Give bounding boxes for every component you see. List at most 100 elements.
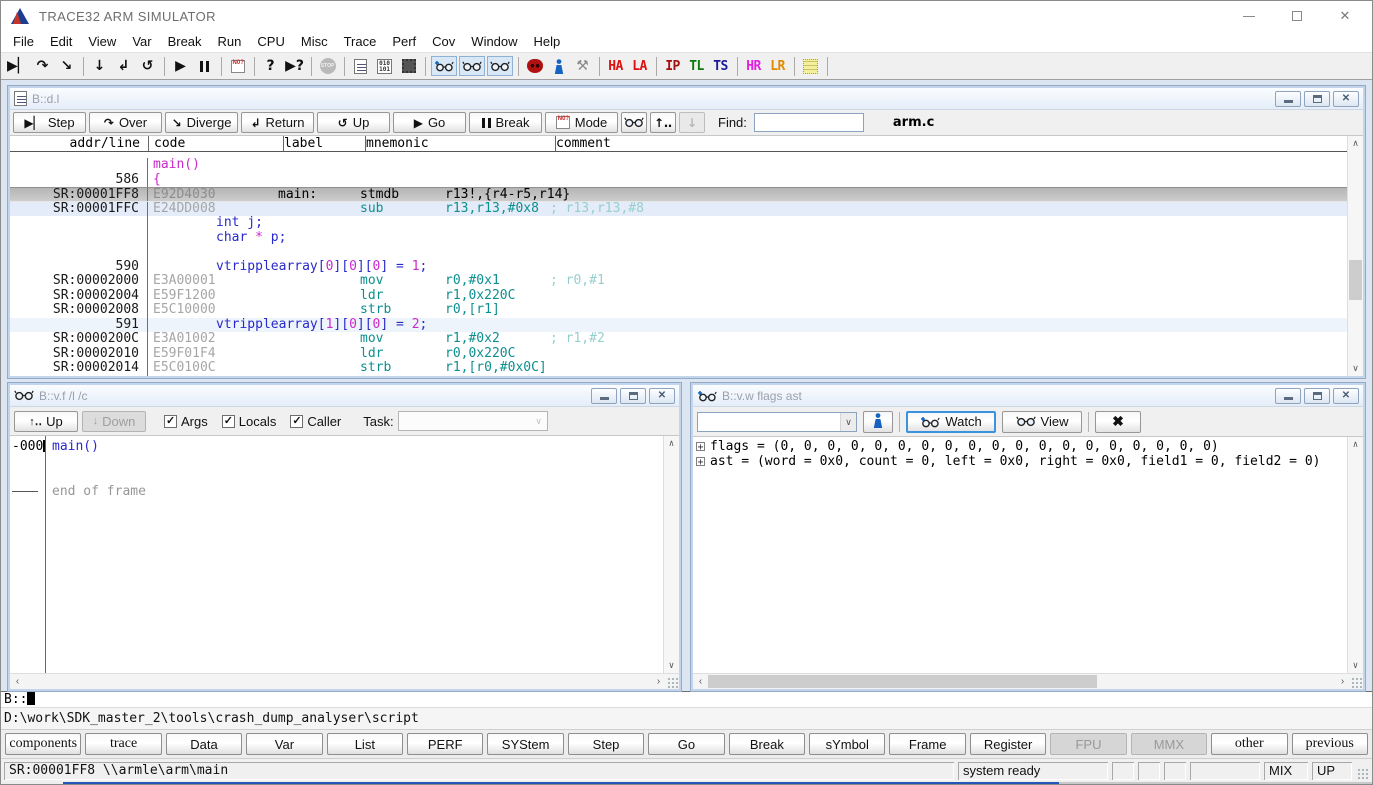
scroll-down-icon[interactable]: ∨ — [664, 658, 679, 673]
expand-icon[interactable] — [696, 442, 705, 451]
list-up-button[interactable]: ↺Up — [317, 112, 390, 133]
menu-cpu[interactable]: CPU — [249, 32, 292, 51]
code-row[interactable]: 590vtripplearray[0][0][0] = 1; — [10, 260, 1347, 275]
go-down-small-button[interactable]: ↓ — [679, 112, 705, 133]
ip-button[interactable]: IP — [661, 54, 685, 78]
scroll-right-icon[interactable]: › — [651, 676, 666, 687]
softkey-mmx[interactable]: MMX — [1131, 733, 1207, 755]
softkey-break[interactable]: Break — [729, 733, 805, 755]
list-vertical-scrollbar[interactable]: ∧ ∨ — [1347, 136, 1363, 376]
ts-button[interactable]: TS — [709, 54, 733, 78]
resize-grip[interactable] — [1350, 676, 1363, 689]
tl-button[interactable]: TL — [685, 54, 709, 78]
menu-misc[interactable]: Misc — [293, 32, 336, 51]
step-diverge-button[interactable]: ↘ — [55, 54, 79, 78]
watch-entry[interactable]: ast = (word = 0x0, count = 0, left = 0x0… — [696, 454, 1347, 469]
code-row[interactable]: SR:00002010E59F01F4ldrr0,0x220C — [10, 347, 1347, 362]
code-row[interactable]: SR:00002008E5C10000strbr0,[r1] — [10, 303, 1347, 318]
pattern-button[interactable] — [799, 54, 823, 78]
scroll-left-icon[interactable]: ‹ — [693, 676, 708, 687]
context-help-button[interactable]: ▶? — [283, 54, 307, 78]
menu-run[interactable]: Run — [210, 32, 250, 51]
softkey-other[interactable]: other — [1211, 733, 1287, 755]
code-row[interactable]: SR:0000200CE3A01002movr1,#0x2; r1,#2 — [10, 332, 1347, 347]
scroll-up-icon[interactable]: ∧ — [1348, 136, 1363, 151]
watch-maximize-button[interactable] — [1304, 388, 1330, 404]
expand-icon[interactable] — [696, 457, 705, 466]
scroll-right-icon[interactable]: › — [1335, 676, 1350, 687]
menu-var[interactable]: Var — [124, 32, 159, 51]
list-go-button[interactable]: ▶Go — [393, 112, 466, 133]
go-button[interactable]: ▶ — [169, 54, 193, 78]
variable-combobox[interactable]: ∨ — [697, 412, 857, 432]
watch-button[interactable]: Watch — [906, 411, 996, 433]
frame-maximize-button[interactable] — [620, 388, 646, 404]
softkey-list[interactable]: List — [327, 733, 403, 755]
softkey-fpu[interactable]: FPU — [1050, 733, 1126, 755]
watch-vertical-scrollbar[interactable]: ∧ ∨ — [1347, 437, 1363, 673]
softkey-data[interactable]: Data — [166, 733, 242, 755]
code-row[interactable]: char * p; — [10, 231, 1347, 246]
list-maximize-button[interactable] — [1304, 91, 1330, 107]
la-button[interactable]: LA — [628, 54, 652, 78]
view-button[interactable]: View — [1002, 411, 1082, 433]
scroll-up-icon[interactable]: ∧ — [664, 436, 679, 451]
softkey-var[interactable]: Var — [246, 733, 322, 755]
code-row[interactable]: int j; — [10, 216, 1347, 231]
var-info-button[interactable] — [863, 411, 893, 433]
frame-horizontal-scrollbar[interactable]: ‹ › — [10, 673, 679, 689]
delete-watch-button[interactable]: ✖ — [1095, 411, 1141, 433]
step-over-button[interactable]: ↷ — [31, 54, 55, 78]
menu-cov[interactable]: Cov — [424, 32, 463, 51]
resize-grip[interactable] — [1356, 767, 1369, 780]
softkey-perf[interactable]: PERF — [407, 733, 483, 755]
frame-vertical-scrollbar[interactable]: ∧ ∨ — [663, 436, 679, 673]
watch-close-button[interactable]: ✕ — [1333, 388, 1359, 404]
menu-view[interactable]: View — [80, 32, 124, 51]
step-into-button[interactable]: ↓ — [88, 54, 112, 78]
maximize-button[interactable] — [1280, 5, 1314, 27]
list-minimize-button[interactable] — [1275, 91, 1301, 107]
frame-up-button[interactable]: ↑‥Up — [14, 411, 78, 432]
softkey-components[interactable]: components — [5, 733, 81, 755]
find-input[interactable] — [754, 113, 864, 132]
code-row[interactable]: SR:00001FFCE24DD008subr13,r13,#0x8; r13,… — [10, 202, 1347, 217]
softkey-symbol[interactable]: sYmbol — [809, 733, 885, 755]
softkey-register[interactable]: Register — [970, 733, 1046, 755]
watch-entry[interactable]: flags = (0, 0, 0, 0, 0, 0, 0, 0, 0, 0, 0… — [696, 439, 1347, 454]
softkey-previous[interactable]: previous — [1292, 733, 1368, 755]
softkey-frame[interactable]: Frame — [889, 733, 965, 755]
list-step-button[interactable]: ▶▏Step — [13, 112, 86, 133]
checkbox-args[interactable]: Args — [164, 414, 208, 429]
frame-down-button[interactable]: ↓Down — [82, 411, 146, 432]
mode-button[interactable] — [226, 54, 250, 78]
frame-close-button[interactable]: ✕ — [649, 388, 675, 404]
lr-button[interactable]: LR — [766, 54, 790, 78]
menu-trace[interactable]: Trace — [336, 32, 385, 51]
scroll-down-icon[interactable]: ∨ — [1348, 361, 1363, 376]
list-return-button[interactable]: ↲Return — [241, 112, 314, 133]
code-row[interactable] — [10, 245, 1347, 260]
menu-window[interactable]: Window — [463, 32, 525, 51]
break-button[interactable] — [193, 54, 217, 78]
softkey-system[interactable]: SYStem — [487, 733, 563, 755]
menu-perf[interactable]: Perf — [384, 32, 424, 51]
ha-button[interactable]: HA — [604, 54, 628, 78]
code-row[interactable]: main() — [10, 158, 1347, 173]
code-row[interactable]: SR:00002004E59F1200ldrr1,0x220C — [10, 289, 1347, 304]
variable-view-button[interactable] — [487, 56, 513, 76]
watch-horizontal-scrollbar[interactable]: ‹ › — [693, 673, 1363, 689]
resize-grip[interactable] — [666, 676, 679, 689]
step-button[interactable]: ▶▏ — [5, 54, 31, 78]
softkey-trace[interactable]: trace — [85, 733, 161, 755]
code-row[interactable]: SR:00002014E5C0100Cstrbr1,[r0,#0x0C] — [10, 361, 1347, 376]
list-source-button[interactable] — [349, 54, 373, 78]
list-mode-button[interactable]: Mode — [545, 112, 618, 133]
list-break-button[interactable]: Break — [469, 112, 542, 133]
list-over-button[interactable]: ↷Over — [89, 112, 162, 133]
register-view-button[interactable] — [459, 56, 485, 76]
list-diverge-button[interactable]: ↘Diverge — [165, 112, 238, 133]
help-button[interactable]: ? — [259, 54, 283, 78]
memory-button[interactable] — [397, 54, 421, 78]
code-row[interactable]: 586{ — [10, 173, 1347, 188]
